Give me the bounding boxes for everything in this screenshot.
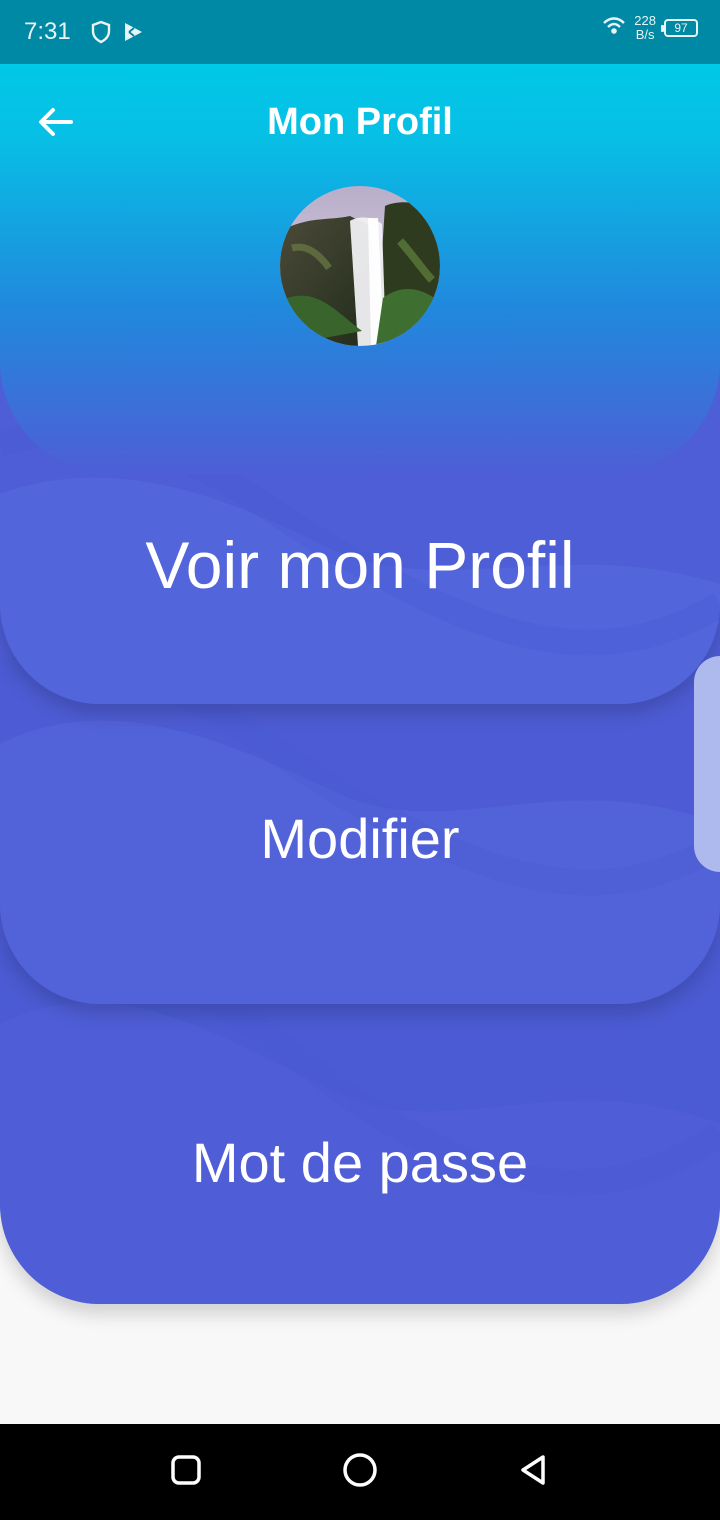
status-right-icons: 228 B/s 97	[602, 14, 698, 42]
edit-label: Modifier	[260, 807, 460, 870]
side-drawer-handle[interactable]	[694, 656, 720, 872]
navigation-bar	[0, 1424, 720, 1520]
network-speed: 228 B/s	[634, 13, 656, 42]
shield-icon	[90, 20, 112, 49]
view-profile-label: Voir mon Profil	[145, 528, 575, 602]
status-bar: 7:31 228 B/s 97	[0, 0, 720, 64]
page-title: Mon Profil	[267, 101, 453, 143]
password-label: Mot de passe	[191, 1131, 529, 1194]
status-left-icons	[90, 20, 146, 49]
battery-icon: 97	[661, 19, 698, 37]
battery-level: 97	[674, 21, 688, 35]
back-triangle-icon	[516, 1452, 552, 1493]
home-icon	[341, 1451, 379, 1494]
avatar[interactable]	[280, 186, 440, 346]
system-back-button[interactable]	[506, 1444, 562, 1500]
home-button[interactable]	[332, 1444, 388, 1500]
waterfall-profile-photo	[280, 186, 440, 346]
recent-apps-button[interactable]	[158, 1444, 214, 1500]
profile-screen: Mot de passe Modifier Voir mon Profil Mo…	[0, 64, 720, 1424]
status-time: 7:31	[24, 18, 71, 45]
wifi-icon	[602, 16, 626, 41]
recent-apps-icon	[169, 1453, 203, 1492]
play-store-icon	[122, 20, 146, 49]
